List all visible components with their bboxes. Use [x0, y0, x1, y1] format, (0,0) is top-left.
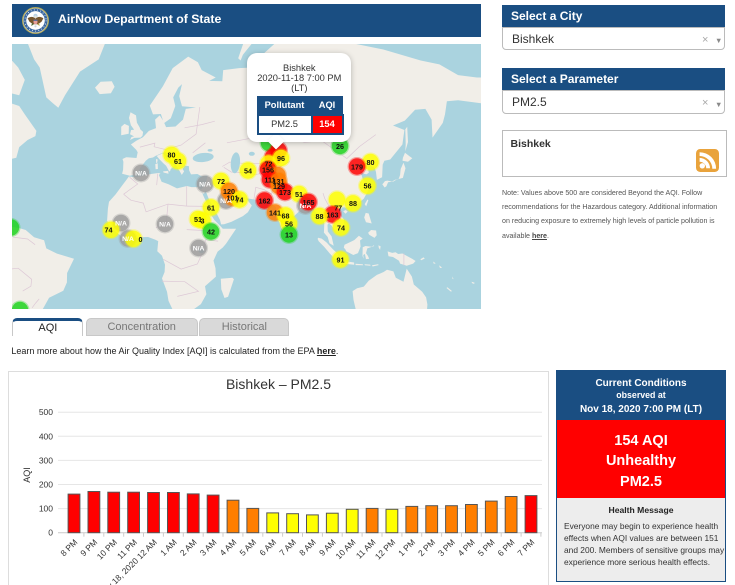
- svg-text:4 PM: 4 PM: [456, 537, 477, 558]
- svg-text:56: 56: [285, 219, 293, 228]
- svg-text:91: 91: [337, 255, 345, 264]
- svg-text:1 PM: 1 PM: [396, 537, 417, 558]
- svg-text:N/A: N/A: [135, 171, 147, 178]
- svg-text:N/A: N/A: [159, 222, 171, 229]
- svg-text:8 AM: 8 AM: [297, 537, 318, 558]
- svg-text:3 AM: 3 AM: [198, 537, 219, 558]
- svg-text:N/A: N/A: [115, 221, 127, 228]
- svg-text:N/A: N/A: [199, 182, 211, 189]
- svg-text:61: 61: [174, 157, 182, 166]
- svg-text:7 PM: 7 PM: [515, 537, 536, 558]
- svg-text:163: 163: [327, 210, 339, 219]
- svg-text:26: 26: [336, 142, 344, 151]
- svg-text:5 AM: 5 AM: [237, 537, 258, 558]
- svg-text:54: 54: [244, 166, 252, 175]
- svg-text:61: 61: [207, 203, 215, 212]
- svg-text:500: 500: [39, 407, 53, 417]
- svg-text:6 PM: 6 PM: [495, 537, 516, 558]
- svg-text:96: 96: [277, 154, 285, 163]
- svg-text:7 AM: 7 AM: [277, 537, 298, 558]
- svg-text:300: 300: [39, 455, 53, 465]
- svg-text:42: 42: [207, 227, 215, 236]
- svg-text:11 AM: 11 AM: [354, 537, 378, 561]
- svg-text:100: 100: [39, 504, 53, 514]
- svg-text:10 AM: 10 AM: [333, 537, 357, 561]
- svg-text:2 PM: 2 PM: [416, 537, 437, 558]
- svg-text:141: 141: [269, 208, 281, 217]
- svg-text:N/A: N/A: [193, 246, 205, 253]
- svg-text:AQI: AQI: [22, 467, 32, 483]
- svg-text:80: 80: [367, 158, 375, 167]
- svg-text:3 PM: 3 PM: [436, 537, 457, 558]
- svg-text:88: 88: [349, 199, 357, 208]
- svg-text:10 PM: 10 PM: [95, 537, 119, 561]
- svg-text:165: 165: [303, 198, 315, 207]
- svg-text:88: 88: [316, 212, 324, 221]
- svg-text:162: 162: [259, 196, 271, 205]
- svg-text:179: 179: [351, 162, 363, 171]
- svg-text:156: 156: [262, 165, 274, 174]
- svg-text:56: 56: [364, 182, 372, 191]
- svg-text:1 AM: 1 AM: [158, 537, 179, 558]
- svg-text:200: 200: [39, 480, 53, 490]
- svg-text:5 PM: 5 PM: [476, 537, 497, 558]
- svg-text:13: 13: [285, 230, 293, 239]
- svg-text:74: 74: [236, 195, 244, 204]
- svg-text:6 AM: 6 AM: [257, 537, 278, 558]
- svg-text:0: 0: [48, 528, 53, 538]
- svg-text:N/A: N/A: [122, 236, 134, 243]
- svg-text:74: 74: [105, 226, 113, 235]
- svg-text:400: 400: [39, 431, 53, 441]
- svg-text:0: 0: [139, 235, 143, 244]
- svg-text:51: 51: [194, 215, 202, 224]
- svg-text:72: 72: [217, 177, 225, 186]
- svg-text:173: 173: [279, 188, 291, 197]
- svg-text:8 PM: 8 PM: [58, 537, 79, 558]
- svg-text:74: 74: [337, 223, 345, 232]
- svg-text:4 AM: 4 AM: [218, 537, 239, 558]
- svg-text:2 AM: 2 AM: [178, 537, 199, 558]
- svg-text:12 PM: 12 PM: [373, 537, 397, 561]
